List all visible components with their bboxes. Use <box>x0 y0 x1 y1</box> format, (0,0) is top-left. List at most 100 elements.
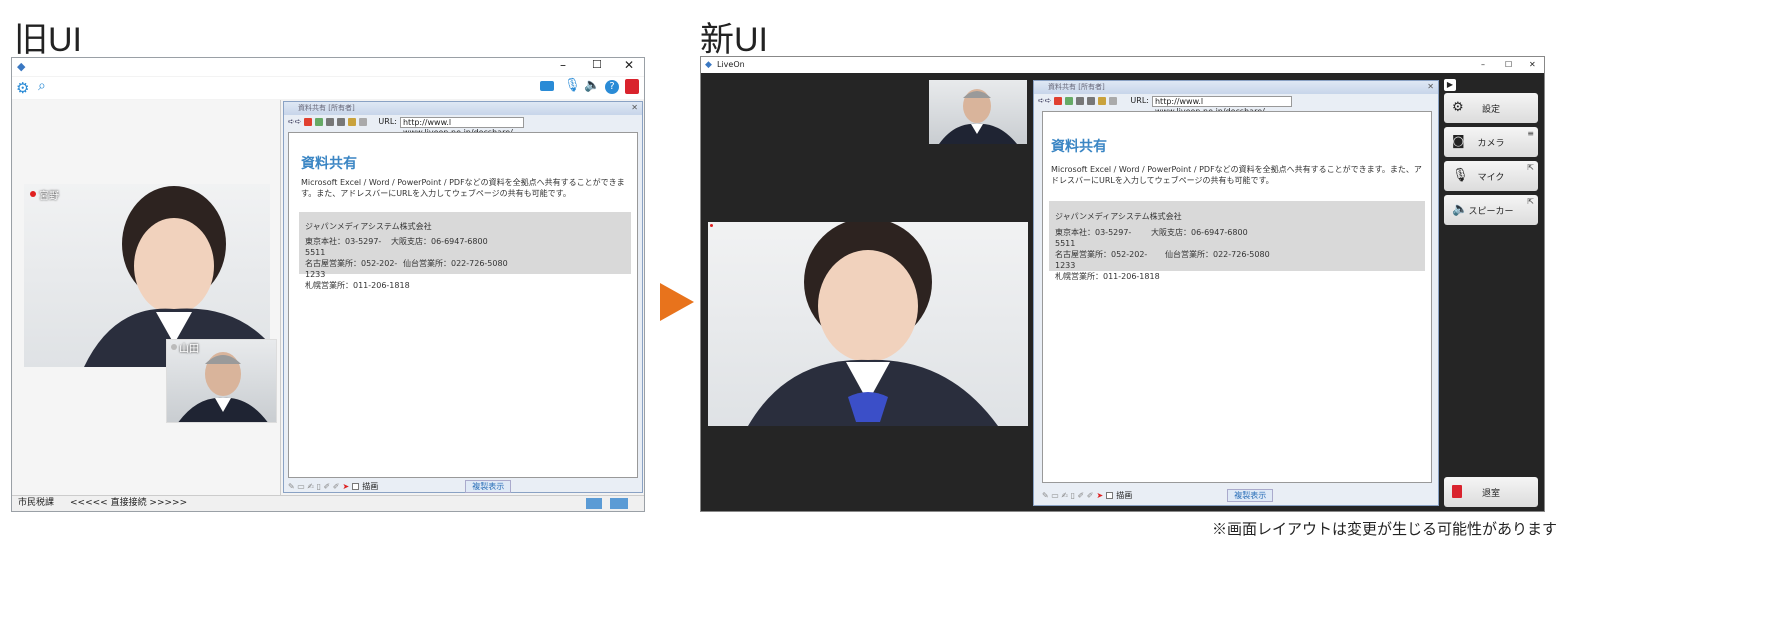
status-left: 市民税課 <box>18 498 55 508</box>
exit-icon <box>1452 485 1462 498</box>
new-ui-window: ◆ LiveOn – ☐ ✕ 資料共有 [所有者] ✕ ➪➪ URL: http… <box>700 56 1545 512</box>
popout-icon[interactable]: ⇱ <box>1527 163 1534 172</box>
camera-label: カメラ <box>1477 138 1505 149</box>
participant-name: 山田 <box>179 344 199 355</box>
doc-share-pane: 資料共有 [所有者] ✕ ➪➪ URL: http://www.l www.li… <box>1033 80 1439 506</box>
sync-button[interactable]: 複製表示 <box>465 480 512 493</box>
doc-share-pane: 資料共有 [所有者] ✕ ➪➪ URL: http://www.l www.li… <box>283 101 643 493</box>
layout-icon[interactable] <box>586 498 602 509</box>
mic-label: マイク <box>1477 172 1505 183</box>
footnote: ※画面レイアウトは変更が生じる可能性があります <box>1212 521 1558 538</box>
video-area: 宮野 山田 <box>13 100 281 495</box>
office-a: 名古屋営業所：052-202-1233 <box>305 259 398 279</box>
status-dot <box>171 344 177 350</box>
man-photo <box>939 89 1017 144</box>
draw-label: 描画 <box>1116 491 1133 500</box>
doc-info-box: ジャパンメディアシステム株式会社 東京本社：03-5297-5511 大阪支店：0… <box>299 212 631 290</box>
url-input[interactable]: http://www.l www.liveon.ne.jp/docshare/ <box>1151 95 1292 116</box>
company-name: ジャパンメディアシステム株式会社 <box>305 222 432 231</box>
old-ui-window: ◆ – ☐ ✕ ⚙ ⌕ 🎙 🔈 ? 宮野 山田 資料共有 [所有者] ✕ ➪➪ … <box>11 57 645 512</box>
url-label: URL: <box>378 117 397 126</box>
office-b: 仙台営業所：022-726-5080 <box>403 259 508 268</box>
new-title-bar: ◆ LiveOn – ☐ ✕ <box>701 57 1544 73</box>
url-label: URL: <box>1130 96 1149 105</box>
office-row: 名古屋営業所：052-202-1233 仙台営業所：022-726-5080 <box>305 258 625 280</box>
side-panel: ▶ ⚙ 設定 ◙ カメラ ≡ 🎙 マイク ⇱ 🔈 スピーカー ⇱ 退室 <box>1444 79 1539 509</box>
office-a: 名古屋営業所：052-202-1233 <box>1055 250 1148 270</box>
office-row: 東京本社：03-5297-5511 大阪支店：06-6947-6800 <box>1055 227 1419 249</box>
status-connection: <<<<< 直接接続 >>>>> <box>70 498 188 508</box>
doc-info-box: ジャパンメディアシステム株式会社 東京本社：03-5297-5511 大阪支店：0… <box>1049 201 1425 281</box>
close-button[interactable]: ✕ <box>1529 57 1536 73</box>
speaker-icon: 🔈 <box>1452 202 1469 217</box>
camera-icon: ◙ <box>1452 134 1465 149</box>
camera-button[interactable]: ◙ カメラ ≡ <box>1444 127 1538 157</box>
woman-photo <box>748 222 998 426</box>
app-title: LiveOn <box>717 60 745 69</box>
draw-checkbox[interactable] <box>352 483 360 490</box>
app-logo-icon: ◆ <box>705 60 712 70</box>
popout-icon[interactable]: ⇱ <box>1527 197 1534 206</box>
close-icon[interactable]: ✕ <box>1427 82 1434 91</box>
doc-pane-title: 資料共有 [所有者] <box>284 102 642 115</box>
gear-icon[interactable]: ⚙ <box>16 79 29 97</box>
draw-toolbar: ✎ ▭ ✍ ▯ ✐ ✐ ➤ 描画 複製表示 <box>1042 489 1432 502</box>
exit-icon[interactable] <box>625 79 639 94</box>
company-name: ジャパンメディアシステム株式会社 <box>1055 212 1182 221</box>
app-logo-icon: ◆ <box>17 60 26 73</box>
speaker-icon[interactable]: 🔈 <box>584 78 600 93</box>
participant-name: 宮野 <box>39 191 59 202</box>
leave-button[interactable]: 退室 <box>1444 477 1538 507</box>
doc-heading: 資料共有 <box>301 156 357 172</box>
old-ui-heading: 旧UI <box>14 21 82 59</box>
mic-icon[interactable]: 🎙 <box>564 78 581 93</box>
menu-icon[interactable]: ≡ <box>1527 129 1534 138</box>
doc-toolbar: ➪➪ URL: http://www.l www.liveon.ne.jp/do… <box>284 115 642 137</box>
draw-label: 描画 <box>362 482 379 491</box>
doc-body: Microsoft Excel / Word / PowerPoint / PD… <box>1051 165 1422 185</box>
draw-checkbox[interactable] <box>1106 492 1114 499</box>
draw-toolbar: ✎ ▭ ✍ ▯ ✐ ✐ ➤ 描画 複製表示 <box>288 480 638 493</box>
help-icon[interactable]: ? <box>605 80 619 94</box>
maximize-button[interactable]: ☐ <box>592 58 602 71</box>
office-b: 大阪支店：06-6947-6800 <box>1151 228 1248 237</box>
sync-button[interactable]: 複製表示 <box>1227 489 1274 502</box>
maximize-button[interactable]: ☐ <box>1505 57 1512 73</box>
office-b: 仙台営業所：022-726-5080 <box>1165 250 1270 259</box>
doc-toolbar: ➪➪ URL: http://www.l www.liveon.ne.jp/do… <box>1034 94 1438 116</box>
close-icon[interactable]: ✕ <box>631 103 638 112</box>
transition-arrow-icon <box>660 283 694 321</box>
settings-label: 設定 <box>1481 104 1500 115</box>
office-b: 大阪支店：06-6947-6800 <box>391 237 488 246</box>
minimize-button[interactable]: – <box>1481 57 1485 73</box>
status-bar: 市民税課 <<<<< 直接接続 >>>>> <box>12 495 644 511</box>
office-row: 名古屋営業所：052-202-1233 仙台営業所：022-726-5080 <box>1055 249 1419 271</box>
url-input[interactable]: http://www.l www.liveon.ne.jp/docshare/ <box>399 116 524 137</box>
minimize-button[interactable]: – <box>560 58 566 72</box>
grid-icon[interactable] <box>610 498 628 509</box>
doc-heading: 資料共有 <box>1051 139 1107 155</box>
close-button[interactable]: ✕ <box>624 58 634 72</box>
office-row: 東京本社：03-5297-5511 大阪支店：06-6947-6800 <box>305 236 625 258</box>
speaker-button[interactable]: 🔈 スピーカー ⇱ <box>1444 195 1538 225</box>
mic-button[interactable]: 🎙 マイク ⇱ <box>1444 161 1538 191</box>
old-toolbar: ⚙ ⌕ 🎙 🔈 ? <box>12 77 644 99</box>
participant-video-sub <box>929 80 1027 144</box>
doc-body: Microsoft Excel / Word / PowerPoint / PD… <box>301 178 625 198</box>
participant-video-main <box>708 222 1028 426</box>
camera-icon[interactable] <box>540 81 554 91</box>
mic-icon: 🎙 <box>1452 168 1469 183</box>
play-icon[interactable]: ▶ <box>1444 79 1456 91</box>
new-ui-heading: 新UI <box>700 21 768 59</box>
gear-icon: ⚙ <box>1452 100 1464 115</box>
recording-dot <box>30 191 36 197</box>
doc-content: 資料共有 Microsoft Excel / Word / PowerPoint… <box>288 132 638 478</box>
leave-label: 退室 <box>1481 488 1500 499</box>
doc-pane-title: 資料共有 [所有者] <box>1034 81 1438 94</box>
office-row: 札幌営業所：011-206-1818 <box>305 281 410 290</box>
search-icon[interactable]: ⌕ <box>38 78 46 94</box>
settings-button[interactable]: ⚙ 設定 <box>1444 93 1538 123</box>
recording-dot <box>710 224 713 227</box>
office-a: 東京本社：03-5297-5511 <box>1055 228 1132 248</box>
participant-video-sub: 山田 <box>166 339 277 423</box>
